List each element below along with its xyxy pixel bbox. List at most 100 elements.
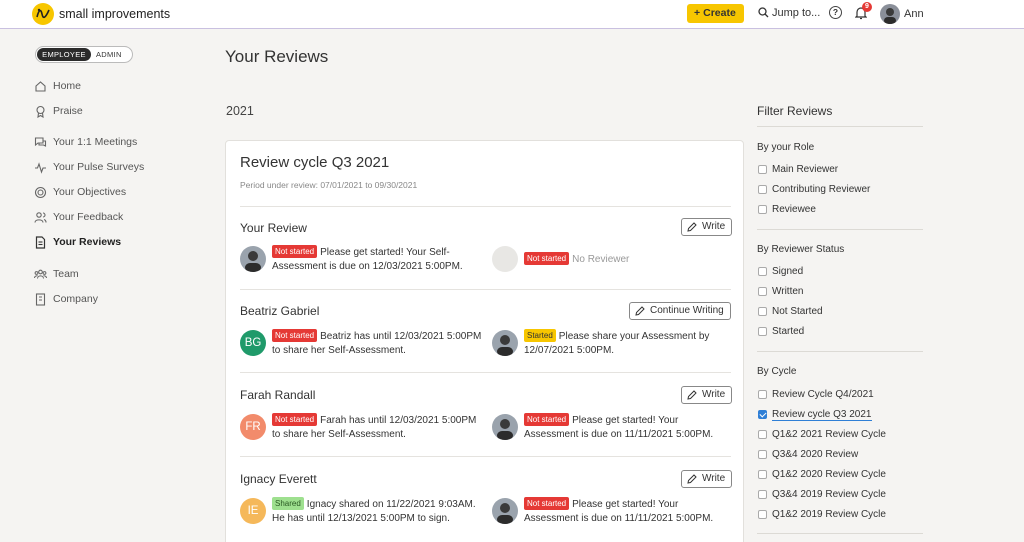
section-name: Ignacy Everett xyxy=(240,472,317,486)
filter-signed[interactable]: Signed xyxy=(758,265,803,278)
page-title: Your Reviews xyxy=(225,47,329,66)
checkbox[interactable] xyxy=(758,450,767,459)
checkbox[interactable] xyxy=(758,470,767,479)
status-badge: Shared xyxy=(272,497,304,510)
sidebar-item-label: Company xyxy=(53,293,98,305)
filter-cycle-q34-2019[interactable]: Q3&4 2019 Review Cycle xyxy=(758,488,886,501)
filter-group-role: By your Role xyxy=(757,142,815,153)
sidebar-item-objectives[interactable]: Your Objectives xyxy=(34,184,126,200)
people-icon xyxy=(34,211,47,223)
sidebar-item-label: Team xyxy=(53,268,79,280)
checkbox[interactable] xyxy=(758,307,767,316)
logo-icon[interactable] xyxy=(32,3,54,25)
divider xyxy=(240,372,731,373)
filter-cycle-q12-2019[interactable]: Q1&2 2019 Review Cycle xyxy=(758,508,886,521)
status-badge: Not started xyxy=(524,252,570,265)
action-label: Write xyxy=(702,389,726,400)
jump-label: Jump to... xyxy=(772,7,821,19)
filter-group-reviewer-status: By Reviewer Status xyxy=(757,244,845,255)
badge-icon xyxy=(36,105,45,118)
action-label: Write xyxy=(702,473,726,484)
filter-cycle-q12-2020[interactable]: Q1&2 2020 Review Cycle xyxy=(758,468,886,481)
filter-not-started[interactable]: Not Started xyxy=(758,305,823,318)
status-text: No Reviewer xyxy=(572,254,630,265)
section-name: Beatriz Gabriel xyxy=(240,304,320,318)
avatar[interactable] xyxy=(880,4,900,24)
checkbox[interactable] xyxy=(758,510,767,519)
write-button[interactable]: Write xyxy=(681,386,733,404)
avatar xyxy=(240,246,266,272)
filter-cycle-q34-2020[interactable]: Q3&4 2020 Review xyxy=(758,448,858,461)
checkbox[interactable] xyxy=(758,185,767,194)
cycle-title[interactable]: Review cycle Q3 2021 xyxy=(240,154,389,171)
create-label: Create xyxy=(703,7,736,19)
reviewer-status: Not started Please get started! Your Asse… xyxy=(524,497,734,526)
self-assessment-status: Shared Ignacy shared on 11/22/2021 9:03AM… xyxy=(272,497,482,526)
filter-main-reviewer[interactable]: Main Reviewer xyxy=(758,163,838,176)
checkbox[interactable] xyxy=(758,390,767,399)
mode-employee[interactable]: EMPLOYEE xyxy=(37,48,91,61)
sidebar-item-home[interactable]: Home xyxy=(34,78,81,94)
sidebar-item-label: Your Feedback xyxy=(53,211,124,223)
self-assessment-status: Not started Beatriz has until 12/03/2021 … xyxy=(272,329,482,358)
filter-written[interactable]: Written xyxy=(758,285,804,298)
checkbox[interactable] xyxy=(758,490,767,499)
checkbox[interactable] xyxy=(758,327,767,336)
sidebar-item-label: Home xyxy=(53,80,82,92)
user-name[interactable]: Ann xyxy=(904,8,924,20)
action-label: Write xyxy=(702,221,726,232)
continue-writing-button[interactable]: Continue Writing xyxy=(629,302,731,320)
sidebar-item-company[interactable]: Company xyxy=(34,291,98,307)
filter-group-cycle: By Cycle xyxy=(757,366,797,377)
write-button[interactable]: Write xyxy=(681,470,733,488)
top-bar: small improvements + Create Jump to... ? … xyxy=(0,0,1024,29)
mode-toggle[interactable]: EMPLOYEE ADMIN xyxy=(35,46,133,63)
self-assessment-status: Not started Please get started! Your Self… xyxy=(272,245,482,274)
status-badge: Not started xyxy=(272,329,318,342)
brand-name[interactable]: small improvements xyxy=(59,7,170,21)
sidebar-item-praise[interactable]: Praise xyxy=(34,103,83,119)
sidebar-item-team[interactable]: Team xyxy=(34,266,79,282)
checkbox[interactable] xyxy=(758,165,767,174)
avatar: IE xyxy=(240,498,266,524)
sidebar-item-pulse-surveys[interactable]: Your Pulse Surveys xyxy=(34,159,144,175)
checkbox[interactable] xyxy=(758,430,767,439)
write-button[interactable]: Write xyxy=(681,218,733,236)
action-label: Continue Writing xyxy=(650,305,724,316)
checkbox[interactable] xyxy=(758,287,767,296)
sidebar-item-reviews[interactable]: Your Reviews xyxy=(34,234,121,250)
filter-reviewee[interactable]: Reviewee xyxy=(758,203,816,216)
divider xyxy=(240,456,731,457)
checkbox[interactable] xyxy=(758,267,767,276)
jump-to-search[interactable]: Jump to... xyxy=(758,7,820,19)
sidebar-item-feedback[interactable]: Your Feedback xyxy=(34,209,123,225)
status-badge: Started xyxy=(524,329,556,342)
pencil-icon xyxy=(687,222,697,232)
filter-cycle-q12-2021[interactable]: Q1&2 2021 Review Cycle xyxy=(758,428,886,441)
status-badge: Not started xyxy=(524,497,570,510)
help-icon[interactable]: ? xyxy=(829,6,842,19)
filter-cycle-q3-2021[interactable]: Review cycle Q3 2021 xyxy=(758,408,872,421)
plus-icon: + xyxy=(694,7,701,19)
team-icon xyxy=(34,269,47,279)
sidebar-item-label: Your 1:1 Meetings xyxy=(53,136,138,148)
sidebar-item-meetings[interactable]: Your 1:1 Meetings xyxy=(34,134,137,150)
filter-contributing-reviewer[interactable]: Contributing Reviewer xyxy=(758,183,870,196)
checkbox[interactable] xyxy=(758,410,767,419)
review-cycle-card: Review cycle Q3 2021 Period under review… xyxy=(225,140,744,542)
section-name: Farah Randall xyxy=(240,388,316,402)
sidebar-item-label: Your Pulse Surveys xyxy=(53,161,145,173)
cycle-period: Period under review: 07/01/2021 to 09/30… xyxy=(240,180,418,190)
reviewer-status: Not started No Reviewer xyxy=(524,252,734,267)
filter-cycle-q4-2021[interactable]: Review Cycle Q4/2021 xyxy=(758,388,874,401)
avatar xyxy=(492,498,518,524)
create-button[interactable]: + Create xyxy=(687,4,744,23)
building-icon xyxy=(35,292,46,306)
status-badge: Not started xyxy=(272,413,318,426)
filter-started[interactable]: Started xyxy=(758,325,804,338)
checkbox[interactable] xyxy=(758,205,767,214)
avatar xyxy=(492,330,518,356)
divider xyxy=(240,206,731,207)
mode-admin[interactable]: ADMIN xyxy=(96,48,122,61)
year-heading: 2021 xyxy=(226,104,254,118)
